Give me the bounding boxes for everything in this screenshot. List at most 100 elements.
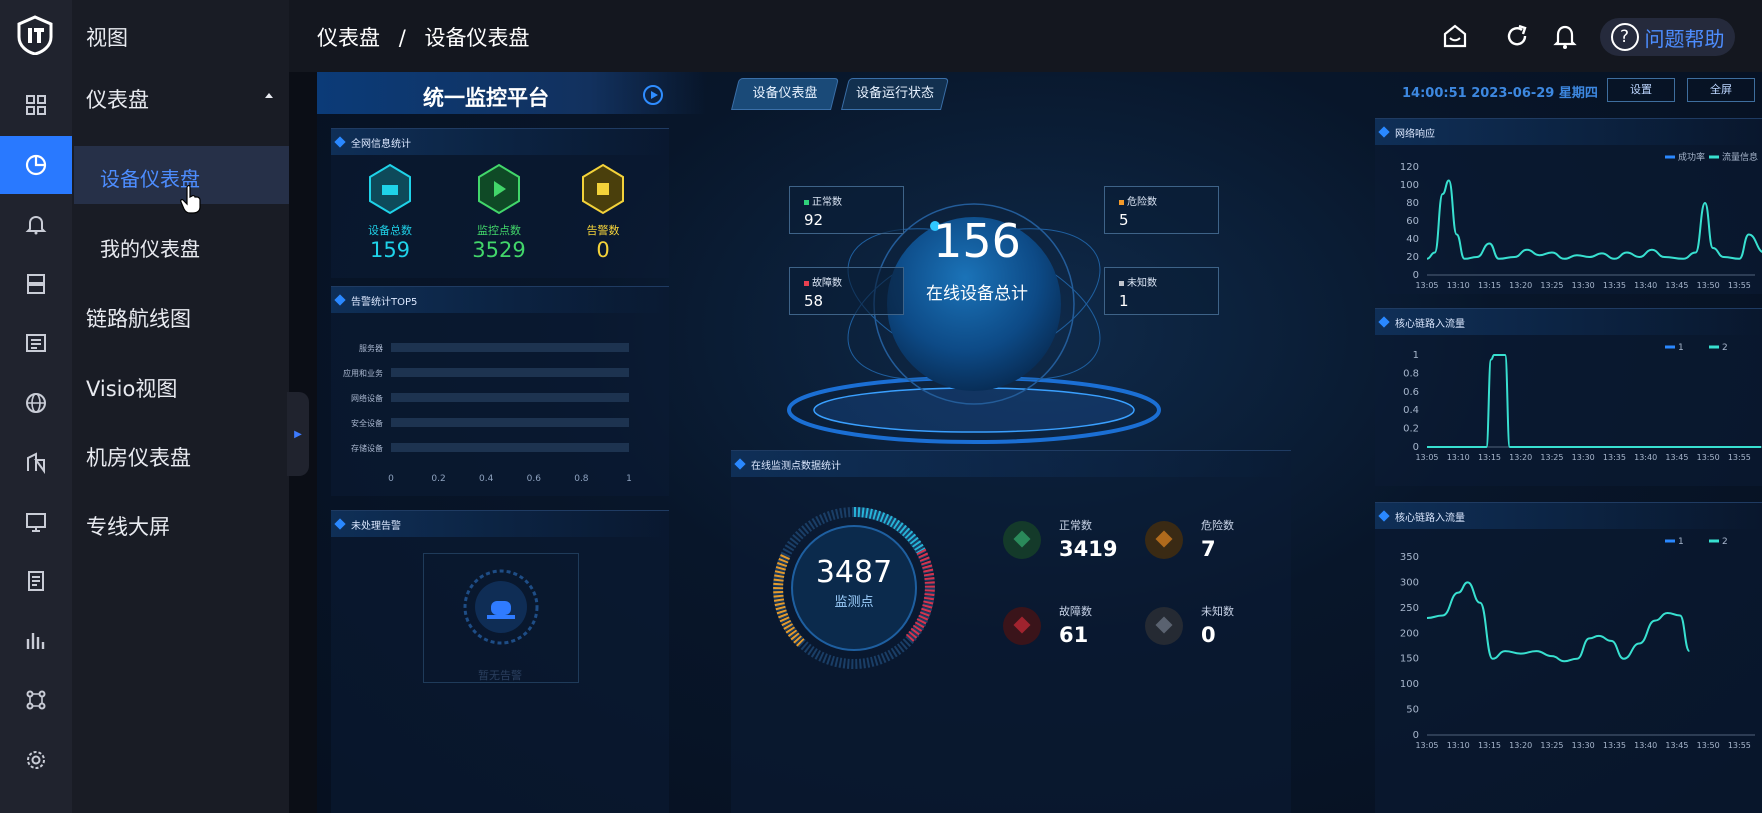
stat-value-alarms: 0: [596, 238, 610, 262]
rail-item-globe[interactable]: [0, 374, 72, 432]
y-tick-label: 0: [1413, 270, 1419, 281]
bar-chart-icon: [26, 632, 45, 649]
x-tick-label: 13:25: [1540, 453, 1563, 462]
menu-item-leased-line[interactable]: 专线大屏: [86, 511, 170, 541]
shield-normal-icon: [1003, 521, 1041, 559]
y-tick-label: 40: [1406, 234, 1419, 245]
x-tick-label: 0.4: [479, 474, 494, 484]
y-tick-label: 80: [1406, 198, 1419, 209]
monitor-total: 3487: [815, 555, 893, 590]
bar-category-label: 服务器: [359, 344, 383, 353]
rail-item-grid[interactable]: [0, 76, 72, 134]
icon-rail: [0, 0, 72, 813]
menu-item-link-map[interactable]: 链路航线图: [86, 303, 191, 333]
y-tick-label: 1: [1413, 350, 1419, 361]
fullscreen-button[interactable]: 全屏: [1687, 78, 1755, 102]
tab-device-dashboard[interactable]: 设备仪表盘: [731, 78, 839, 110]
legend-label: 1: [1678, 343, 1684, 353]
alarm-count-icon: [582, 163, 624, 215]
breadcrumb-item[interactable]: 仪表盘: [317, 26, 380, 50]
x-tick-label: 13:30: [1572, 281, 1595, 290]
y-tick-label: 120: [1400, 162, 1419, 173]
alarm-top5-panel: 告警统计TOP5 服务器 应用和业务 网络设备 安全设备 存储设备 0 0.2 0.4 0.6 0…: [331, 286, 669, 496]
x-tick-label: 13:35: [1603, 741, 1626, 750]
stat-value-monitor-points: 3529: [472, 238, 526, 262]
collapse-toggle[interactable]: ▶: [287, 392, 309, 476]
bar-track: [391, 368, 629, 377]
menu-item-room-dashboard[interactable]: 机房仪表盘: [86, 442, 191, 472]
monitor-fault-label: 故障数: [1059, 605, 1092, 618]
y-tick-label: 20: [1406, 252, 1419, 263]
core-link-chart-1: 0 0.2 0.4 0.6 0.8 1 13:05 13:10 13:15 13:20 13:25 1…: [1403, 343, 1762, 462]
legend-label: 成功率: [1678, 151, 1705, 163]
unknown-label: 未知数: [1127, 278, 1157, 289]
home-icon[interactable]: [1441, 22, 1469, 50]
settings-button[interactable]: 设置: [1607, 78, 1675, 102]
legend-label: 流量信息: [1722, 151, 1758, 163]
x-tick-label: 13:05: [1415, 741, 1438, 750]
monitor-danger-value: 7: [1201, 537, 1216, 561]
series-line: [1426, 179, 1762, 260]
x-tick-label: 13:05: [1415, 281, 1438, 290]
play-icon[interactable]: [643, 85, 663, 105]
x-tick-label: 13:25: [1540, 741, 1563, 750]
side-menu: 视图 仪表盘 设备仪表盘 我的仪表盘 链路航线图 Visio视图 机房仪表盘 专…: [72, 0, 289, 813]
unknown-count-box: 未知数 1: [1104, 267, 1219, 315]
rail-item-gear[interactable]: [0, 731, 72, 789]
x-tick-label: 13:10: [1447, 453, 1470, 462]
y-tick-label: 100: [1400, 679, 1419, 690]
logo-icon: [17, 15, 53, 55]
tab-device-status[interactable]: 设备运行状态: [841, 78, 949, 110]
x-tick-label: 13:05: [1415, 453, 1438, 462]
hand-cursor-icon: [180, 185, 201, 214]
x-tick-label: 0.8: [574, 474, 589, 484]
rail-item-dashboard[interactable]: [0, 135, 72, 194]
top-bar: 仪表盘 / 设备仪表盘 ? 问题帮助: [289, 0, 1762, 72]
unhandled-alarm-panel: 未处理告警 暂无告警: [331, 510, 669, 813]
submenu-item-my-dashboard[interactable]: 我的仪表盘: [100, 233, 200, 262]
y-tick-label: 60: [1406, 216, 1419, 227]
normal-dot-icon: [804, 199, 809, 205]
stat-label-alarms: 告警数: [586, 224, 620, 237]
help-label: 问题帮助: [1644, 26, 1725, 51]
x-tick-label: 13:20: [1509, 281, 1532, 290]
device-total-icon: [369, 163, 411, 215]
list-icon: [26, 334, 46, 352]
y-tick-label: 200: [1400, 628, 1419, 639]
breadcrumb-item-current: 设备仪表盘: [424, 26, 530, 50]
dashboard-title: 统一监控平台: [423, 86, 549, 110]
y-tick-label: 0.4: [1403, 405, 1419, 416]
rail-item-topology[interactable]: [0, 671, 72, 729]
rail-item-building[interactable]: [0, 433, 72, 491]
bar-category-label: 存储设备: [351, 444, 383, 453]
rail-item-bar-chart[interactable]: [0, 612, 72, 670]
help-button[interactable]: ? 问题帮助: [1600, 18, 1735, 56]
fault-value: 58: [804, 292, 824, 310]
rail-item-document[interactable]: [0, 552, 72, 610]
bar-category-label: 应用和业务: [343, 369, 383, 378]
menu-item-dashboard[interactable]: 仪表盘: [86, 84, 149, 114]
network-response-chart: 0 20 40 60 80 100 120 13:05 13:10 13:15 13:20 13:25…: [1400, 151, 1762, 290]
refresh-icon[interactable]: [1503, 22, 1531, 50]
menu-item-visio[interactable]: Visio视图: [86, 373, 177, 403]
dashboard-screen: 统一监控平台 设备仪表盘 设备运行状态 14:00:51 2023-06-29 …: [317, 72, 1762, 813]
rail-item-bell[interactable]: [0, 195, 72, 253]
x-tick-label: 13:30: [1572, 453, 1595, 462]
x-tick-label: 13:15: [1478, 741, 1501, 750]
x-tick-label: 13:35: [1603, 453, 1626, 462]
rail-item-monitor[interactable]: [0, 493, 72, 551]
shield-unknown-icon: [1145, 607, 1183, 645]
monitor-unknown-label: 未知数: [1201, 605, 1234, 618]
bell-icon[interactable]: [1551, 22, 1579, 50]
caret-up-icon[interactable]: [265, 93, 273, 98]
normal-label: 正常数: [812, 197, 842, 208]
legend-label: 2: [1722, 343, 1728, 353]
datetime-display: 14:00:51 2023-06-29 星期四: [1402, 86, 1598, 101]
x-tick-label: 0.6: [526, 474, 541, 484]
rail-item-server[interactable]: [0, 255, 72, 313]
tab-label: 设备运行状态: [855, 86, 934, 101]
topology-icon: [26, 690, 46, 710]
stat-value-device-total: 159: [369, 238, 411, 262]
rail-item-list[interactable]: [0, 314, 72, 372]
shield-fault-icon: [1003, 607, 1041, 645]
